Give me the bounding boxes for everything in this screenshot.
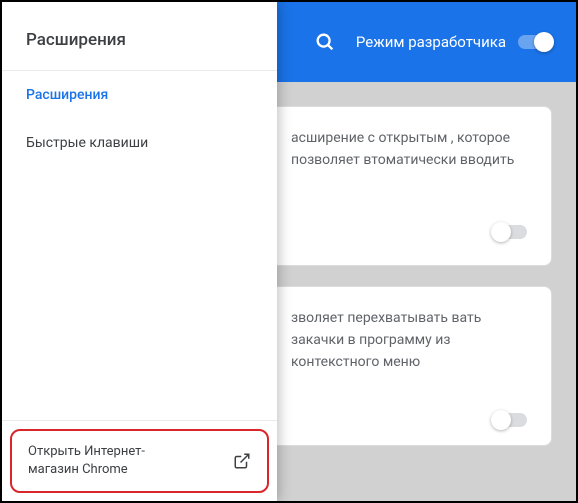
store-link-label: Открыть Интернет-магазин Chrome	[28, 443, 178, 479]
sidebar-title: Расширения	[2, 2, 277, 70]
window: Режим разработчика асширение с открытым …	[0, 0, 578, 503]
developer-mode-label: Режим разработчика	[356, 33, 506, 51]
sidebar-item-shortcuts[interactable]: Быстрые клавиши	[2, 119, 277, 167]
sidebar-item-extensions[interactable]: Расширения	[2, 71, 277, 119]
sidebar-drawer: Расширения Расширения Быстрые клавиши От…	[2, 2, 277, 501]
extension-toggle[interactable]	[493, 413, 527, 427]
extension-toggle[interactable]	[493, 225, 527, 239]
search-icon[interactable]	[314, 31, 336, 53]
external-link-icon	[233, 452, 251, 470]
spacer	[2, 167, 277, 420]
open-chrome-web-store-link[interactable]: Открыть Интернет-магазин Chrome	[10, 429, 269, 493]
developer-mode-toggle[interactable]	[518, 35, 552, 49]
store-link-wrap: Открыть Интернет-магазин Chrome	[2, 421, 277, 501]
